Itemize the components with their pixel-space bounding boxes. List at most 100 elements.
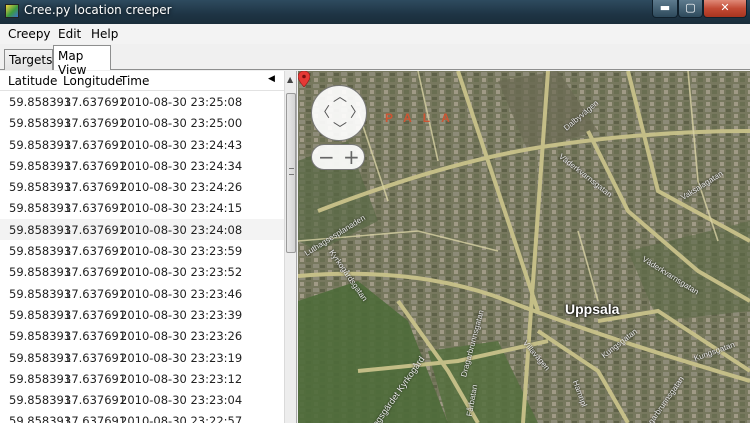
latitude-cell: 59.858393 bbox=[9, 116, 72, 131]
latitude-cell: 59.858393 bbox=[9, 180, 72, 195]
latitude-cell: 59.858393 bbox=[9, 265, 72, 280]
time-cell: 2010-08-30 23:23:26 bbox=[120, 329, 243, 344]
time-cell: 2010-08-30 23:24:26 bbox=[120, 180, 243, 195]
map-city-label: Uppsala bbox=[565, 301, 620, 317]
menu-help[interactable]: Help bbox=[91, 27, 118, 41]
time-cell: 2010-08-30 23:23:46 bbox=[120, 286, 243, 301]
sort-indicator-icon[interactable]: ◀ bbox=[268, 74, 275, 84]
column-latitude[interactable]: Latitude bbox=[8, 74, 57, 88]
latitude-cell: 59.858393 bbox=[9, 393, 72, 408]
tab-map-view[interactable]: Map View bbox=[53, 45, 111, 77]
table-row[interactable]: 59.858393 17.637691 2010-08-30 23:23:19 bbox=[0, 347, 284, 368]
longitude-cell: 17.637691 bbox=[64, 116, 127, 131]
satellite-map[interactable] bbox=[298, 71, 750, 423]
table-row[interactable]: 59.858393 17.637691 2010-08-30 23:24:15 bbox=[0, 197, 284, 218]
table-row[interactable]: 59.858393 17.637691 2010-08-30 23:23:59 bbox=[0, 240, 284, 261]
longitude-cell: 17.637691 bbox=[64, 95, 127, 109]
time-cell: 2010-08-30 23:23:52 bbox=[120, 265, 243, 280]
menu-edit[interactable]: Edit bbox=[58, 27, 81, 41]
list-rows: 59.858393 17.637691 2010-08-30 23:25:08 59.… bbox=[0, 91, 284, 423]
latitude-cell: 59.858393 bbox=[9, 201, 72, 216]
time-cell: 2010-08-30 23:23:59 bbox=[120, 244, 243, 259]
time-cell: 2010-08-30 23:23:39 bbox=[120, 307, 243, 322]
longitude-cell: 17.637691 bbox=[64, 393, 127, 408]
longitude-cell: 17.637691 bbox=[64, 329, 127, 344]
tab-bar: Targets Map View bbox=[0, 44, 750, 77]
time-cell: 2010-08-30 23:25:00 bbox=[120, 116, 243, 131]
latitude-cell: 59.858393 bbox=[9, 95, 72, 109]
longitude-cell: 17.637691 bbox=[64, 307, 127, 322]
latitude-cell: 59.858393 bbox=[9, 307, 72, 322]
window-title-bar[interactable]: Cree.py location creeper ▬ ▢ ✕ bbox=[0, 0, 750, 24]
scroll-thumb[interactable] bbox=[286, 93, 296, 253]
map-view[interactable]: PALA Dalbyvägen Väderkvarnsgatan Vaksala… bbox=[298, 71, 750, 423]
time-cell: 2010-08-30 23:23:04 bbox=[120, 393, 243, 408]
zoom-out-button[interactable]: − bbox=[318, 146, 335, 168]
scroll-up-icon[interactable]: ▲ bbox=[287, 75, 293, 84]
longitude-cell: 17.637691 bbox=[64, 201, 127, 216]
table-row[interactable]: 59.858393 17.637691 2010-08-30 23:23:12 bbox=[0, 368, 284, 389]
location-pin-icon[interactable] bbox=[298, 71, 310, 87]
longitude-cell: 17.637691 bbox=[64, 222, 127, 237]
latitude-cell: 59.858393 bbox=[9, 414, 72, 423]
pan-up-icon[interactable]: ︿ bbox=[333, 90, 347, 104]
table-row[interactable]: 59.858393 17.637691 2010-08-30 23:22:57 bbox=[0, 410, 284, 423]
time-cell: 2010-08-30 23:24:08 bbox=[120, 222, 243, 237]
time-cell: 2010-08-30 23:24:43 bbox=[120, 137, 243, 152]
longitude-cell: 17.637691 bbox=[64, 350, 127, 365]
location-list[interactable]: Latitude Longitude Time ◀ 59.858393 17.63… bbox=[0, 71, 297, 423]
longitude-cell: 17.637691 bbox=[64, 371, 127, 386]
pan-right-icon[interactable]: 〉 bbox=[350, 106, 364, 120]
zoom-in-button[interactable]: + bbox=[343, 146, 360, 168]
list-scrollbar[interactable]: ▲ bbox=[284, 71, 296, 423]
time-cell: 2010-08-30 23:24:15 bbox=[120, 201, 243, 216]
table-row[interactable]: 59.858393 17.637691 2010-08-30 23:23:04 bbox=[0, 389, 284, 410]
pan-left-icon[interactable]: 〈 bbox=[316, 106, 330, 120]
menu-creepy[interactable]: Creepy bbox=[8, 27, 51, 41]
table-row[interactable]: 59.858393 17.637691 2010-08-30 23:24:43 bbox=[0, 134, 284, 155]
latitude-cell: 59.858393 bbox=[9, 244, 72, 259]
longitude-cell: 17.637691 bbox=[64, 158, 127, 173]
latitude-cell: 59.858393 bbox=[9, 158, 72, 173]
pan-down-icon[interactable]: ﹀ bbox=[333, 123, 347, 137]
table-row[interactable]: 59.858393 17.637691 2010-08-30 23:24:34 bbox=[0, 155, 284, 176]
table-row[interactable]: 59.858393 17.637691 2010-08-30 23:23:52 bbox=[0, 261, 284, 282]
table-row[interactable]: 59.858393 17.637691 2010-08-30 23:23:39 bbox=[0, 304, 284, 325]
longitude-cell: 17.637691 bbox=[64, 180, 127, 195]
time-cell: 2010-08-30 23:24:34 bbox=[120, 158, 243, 173]
pan-control[interactable]: ︿ ﹀ 〈 〉 bbox=[311, 85, 367, 141]
table-row[interactable]: 59.858393 17.637691 2010-08-30 23:23:26 bbox=[0, 325, 284, 346]
table-row[interactable]: 59.858393 17.637691 2010-08-30 23:25:00 bbox=[0, 112, 284, 133]
latitude-cell: 59.858393 bbox=[9, 350, 72, 365]
longitude-cell: 17.637691 bbox=[64, 286, 127, 301]
main-window: Creepy Edit Help Targets Map View Latitu… bbox=[0, 24, 750, 423]
map-label-pala: PALA bbox=[385, 111, 461, 125]
longitude-cell: 17.637691 bbox=[64, 244, 127, 259]
minimize-button[interactable]: ▬ bbox=[652, 0, 678, 18]
table-row[interactable]: 59.858393 17.637691 2010-08-30 23:25:08 bbox=[0, 91, 284, 112]
latitude-cell: 59.858393 bbox=[9, 286, 72, 301]
longitude-cell: 17.637691 bbox=[64, 137, 127, 152]
grip-icon bbox=[289, 168, 294, 175]
time-cell: 2010-08-30 23:25:08 bbox=[120, 95, 243, 109]
zoom-control: − + bbox=[311, 144, 365, 170]
maximize-button[interactable]: ▢ bbox=[678, 0, 703, 18]
latitude-cell: 59.858393 bbox=[9, 329, 72, 344]
longitude-cell: 17.637691 bbox=[64, 265, 127, 280]
table-row[interactable]: 59.858393 17.637691 2010-08-30 23:24:08 bbox=[0, 218, 284, 241]
list-header: Latitude Longitude Time ◀ bbox=[0, 71, 284, 91]
time-cell: 2010-08-30 23:22:57 bbox=[120, 414, 243, 423]
latitude-cell: 59.858393 bbox=[9, 371, 72, 386]
table-row[interactable]: 59.858393 17.637691 2010-08-30 23:23:46 bbox=[0, 283, 284, 304]
time-cell: 2010-08-30 23:23:12 bbox=[120, 371, 243, 386]
column-time[interactable]: Time bbox=[120, 74, 149, 88]
window-title: Cree.py location creeper bbox=[24, 3, 172, 17]
longitude-cell: 17.637691 bbox=[64, 414, 127, 423]
latitude-cell: 59.858393 bbox=[9, 137, 72, 152]
menu-bar: Creepy Edit Help bbox=[0, 24, 750, 44]
app-icon bbox=[5, 4, 19, 18]
table-row[interactable]: 59.858393 17.637691 2010-08-30 23:24:26 bbox=[0, 176, 284, 197]
latitude-cell: 59.858393 bbox=[9, 222, 72, 237]
close-button[interactable]: ✕ bbox=[703, 0, 747, 18]
tab-targets[interactable]: Targets bbox=[4, 49, 53, 70]
